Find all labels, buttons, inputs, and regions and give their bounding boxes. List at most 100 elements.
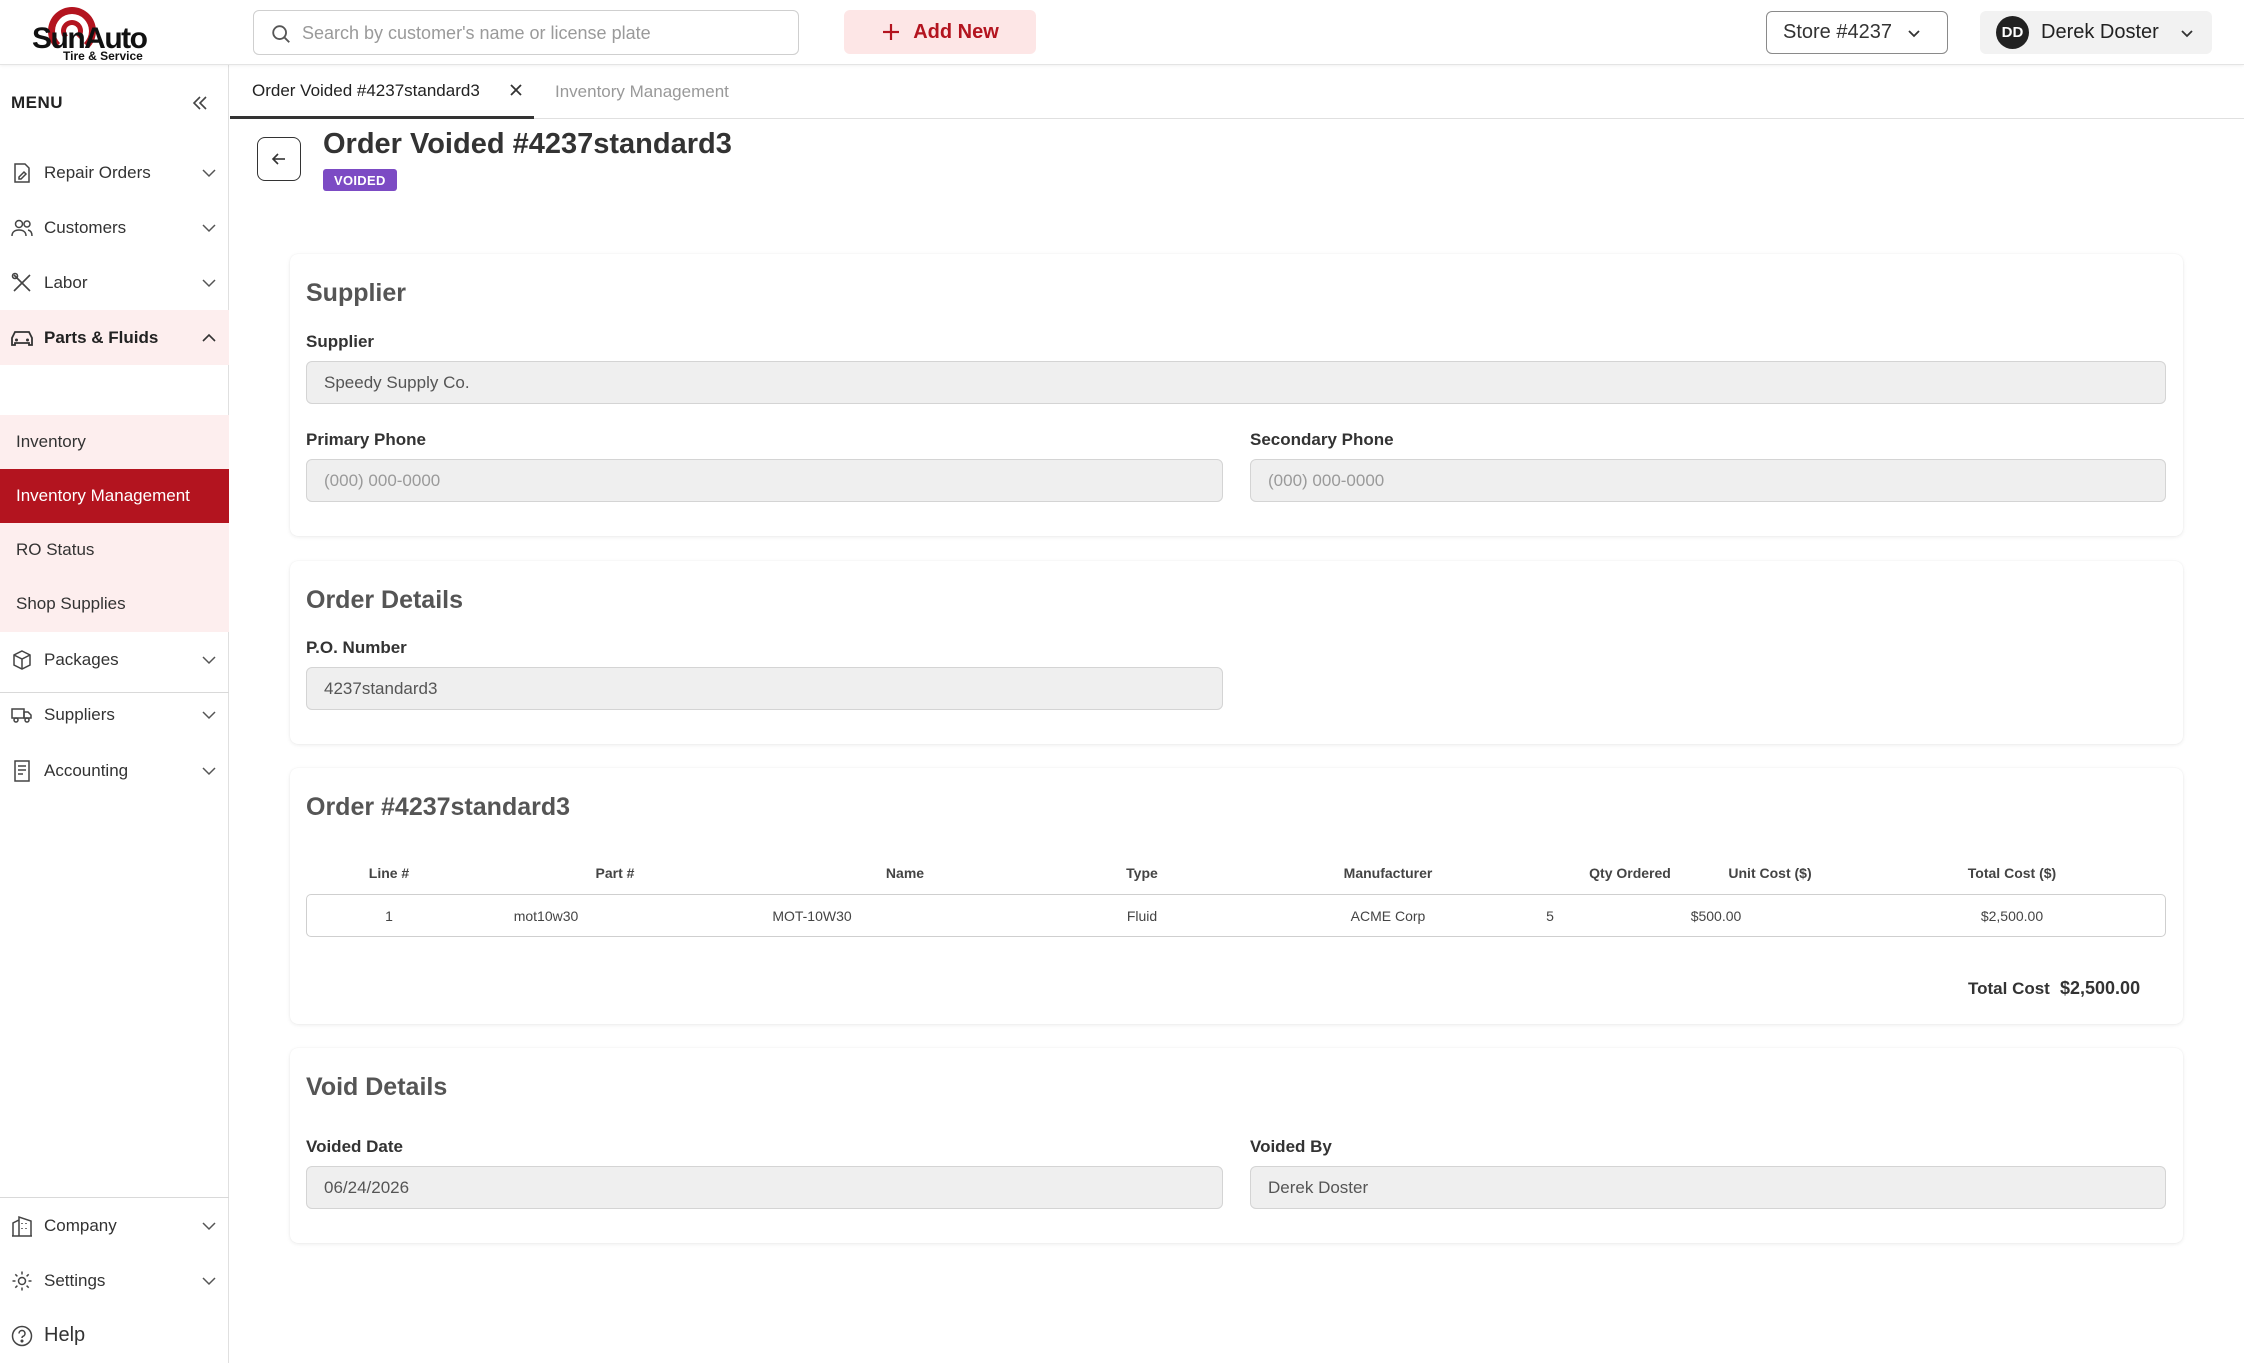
section-heading: Order #4237standard3 — [306, 793, 571, 821]
document-edit-icon — [11, 162, 33, 184]
sidebar-item-label: Suppliers — [44, 704, 115, 724]
sidebar-subitem-inventory[interactable]: Inventory — [0, 415, 229, 469]
arrow-left-icon — [271, 153, 285, 165]
po-number-label: P.O. Number — [306, 638, 407, 657]
sidebar-item-label: Parts & Fluids — [44, 327, 159, 347]
sidebar-subitem-inventory-management[interactable]: Inventory Management — [0, 469, 229, 523]
sidebar: MENU Repair Orders Customers Labor Parts… — [0, 65, 229, 1363]
sidebar-item-label: Customers — [44, 217, 127, 237]
sidebar-item-label: Packages — [44, 649, 119, 669]
voided-by-label: Voided By — [1250, 1137, 1332, 1156]
close-icon[interactable] — [508, 82, 524, 98]
building-icon — [11, 1215, 33, 1237]
order-details-card: Order Details P.O. Number 4237standard3 — [290, 561, 2183, 744]
help-icon — [11, 1325, 33, 1347]
search-icon — [272, 25, 290, 43]
sidebar-item-company[interactable]: Company — [0, 1198, 229, 1253]
sidebar-item-repair-orders[interactable]: Repair Orders — [0, 145, 229, 200]
chevron-up-icon — [202, 333, 216, 342]
tab-label: Inventory Management — [555, 82, 729, 101]
sidebar-item-suppliers[interactable]: Suppliers — [0, 687, 229, 742]
sidebar-item-label: Accounting — [44, 760, 129, 780]
cell-part: mot10w30 — [513, 908, 579, 924]
sidebar-item-customers[interactable]: Customers — [0, 200, 229, 255]
menu-heading: MENU — [11, 93, 64, 112]
po-number-field[interactable]: 4237standard3 — [306, 667, 1223, 710]
users-icon — [11, 217, 33, 239]
total-cost-label: Total Cost — [1968, 979, 2050, 998]
store-selector[interactable]: Store #4237 — [1766, 11, 1948, 54]
sidebar-item-accounting[interactable]: Accounting — [0, 743, 229, 798]
column-header-unit-cost: Unit Cost ($) — [1728, 865, 1812, 881]
column-header-total-cost: Total Cost ($) — [1967, 865, 2057, 881]
sidebar-divider — [0, 692, 229, 693]
tab-label: Order Voided #4237standard3 — [252, 80, 480, 100]
sidebar-item-label: Settings — [44, 1270, 106, 1290]
section-heading: Order Details — [306, 586, 464, 614]
column-header-manufacturer: Manufacturer — [1343, 865, 1433, 881]
avatar: DD — [1996, 16, 2029, 49]
logo[interactable]: SunAuto Tire & Service — [30, 4, 155, 63]
sidebar-item-label: Help — [44, 1324, 86, 1346]
supplier-card: Supplier Supplier Speedy Supply Co. Prim… — [290, 254, 2183, 536]
user-name: Derek Doster — [2041, 21, 2159, 43]
voided-date-field[interactable]: 06/24/2026 — [306, 1166, 1223, 1209]
tab-inventory-management[interactable]: Inventory Management — [555, 65, 729, 119]
cell-line: 1 — [385, 908, 393, 924]
chevron-down-icon — [2181, 29, 2193, 37]
user-menu[interactable]: DD Derek Doster — [1980, 11, 2212, 54]
logo-subtitle: Tire & Service — [63, 49, 143, 63]
cell-manufacturer: ACME Corp — [1350, 908, 1426, 924]
chevron-down-icon — [202, 224, 216, 233]
chevron-down-icon — [202, 656, 216, 665]
back-button[interactable] — [257, 137, 301, 181]
tools-icon — [11, 272, 33, 294]
secondary-phone-label: Secondary Phone — [1250, 430, 1394, 449]
search-box[interactable] — [253, 10, 799, 55]
store-label: Store #4237 — [1783, 21, 1892, 43]
chevron-down-icon — [202, 169, 216, 178]
chevron-down-icon — [202, 279, 216, 288]
section-heading: Void Details — [306, 1073, 448, 1101]
column-header-line: Line # — [368, 865, 410, 881]
cell-total-cost: $2,500.00 — [1980, 908, 2044, 924]
sidebar-item-label: Company — [44, 1215, 117, 1235]
car-icon — [11, 327, 33, 349]
column-header-qty: Qty Ordered — [1589, 865, 1671, 881]
tab-order-voided[interactable]: Order Voided #4237standard3 — [230, 65, 534, 119]
voided-by-field[interactable]: Derek Doster — [1250, 1166, 2166, 1209]
secondary-phone-field[interactable]: (000) 000-0000 — [1250, 459, 2166, 502]
search-input[interactable] — [302, 19, 782, 47]
sidebar-item-settings[interactable]: Settings — [0, 1253, 229, 1308]
total-cost-value: $2,500.00 — [2060, 978, 2141, 998]
sidebar-subitem-ro-status[interactable]: RO Status — [0, 523, 229, 577]
plus-icon — [883, 24, 900, 40]
add-new-label: Add New — [913, 20, 999, 43]
chevron-down-icon — [202, 1277, 216, 1286]
sidebar-item-help[interactable]: Help — [0, 1308, 229, 1363]
receipt-icon — [11, 759, 33, 782]
column-header-name: Name — [885, 865, 925, 881]
truck-icon — [11, 704, 33, 726]
column-header-type: Type — [1126, 865, 1158, 881]
cell-name: MOT-10W30 — [772, 908, 852, 924]
box-icon — [11, 649, 33, 671]
supplier-field[interactable]: Speedy Supply Co. — [306, 361, 2166, 404]
add-new-button[interactable]: Add New — [844, 10, 1036, 54]
sidebar-item-label: Labor — [44, 272, 88, 292]
chevron-down-icon — [202, 711, 216, 720]
chevron-down-icon — [202, 767, 216, 776]
top-header: SunAuto Tire & Service Add New Store #42… — [0, 0, 2244, 65]
primary-phone-label: Primary Phone — [306, 430, 426, 449]
collapse-sidebar-icon[interactable] — [190, 93, 210, 113]
chevron-down-icon — [1908, 29, 1920, 37]
voided-date-label: Voided Date — [306, 1137, 403, 1156]
tab-bar: Order Voided #4237standard3 Inventory Ma… — [230, 65, 2244, 119]
gear-icon — [11, 1270, 33, 1292]
status-badge: VOIDED — [323, 169, 397, 191]
sidebar-subitem-shop-supplies[interactable]: Shop Supplies — [0, 577, 229, 631]
sidebar-item-packages[interactable]: Packages — [0, 632, 229, 687]
primary-phone-field[interactable]: (000) 000-0000 — [306, 459, 1223, 502]
sidebar-item-parts-fluids[interactable]: Parts & Fluids — [0, 310, 229, 365]
sidebar-item-labor[interactable]: Labor — [0, 255, 229, 310]
